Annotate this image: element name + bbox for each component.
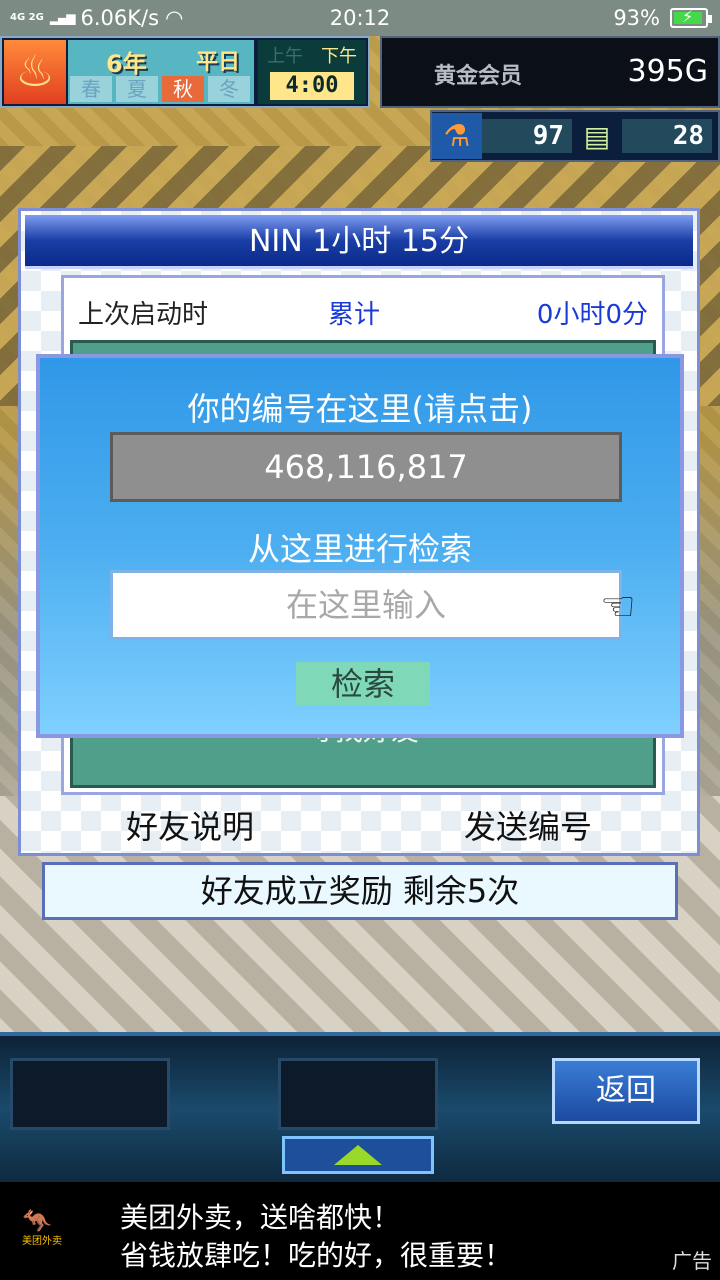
cumulative-label: 累计 — [328, 299, 381, 330]
membership-badge: 黄金会员 — [434, 64, 523, 89]
friend-info-button[interactable]: 好友说明 — [21, 799, 359, 855]
season-winter: 冬 — [208, 76, 250, 102]
battery-icon: ⚡ — [670, 7, 712, 28]
my-id-number[interactable]: 468,116,817 — [110, 432, 622, 502]
gold-amount: 395G — [627, 54, 708, 89]
calendar-hud: ♨ 6年 平日 春 夏 秋 冬 上午 下午 4:00 — [0, 36, 370, 108]
launch-info-row: 上次启动时 累计 0小时0分 — [78, 292, 648, 332]
season-summer: 夏 — [116, 76, 158, 102]
search-button[interactable]: 检索 — [296, 662, 430, 706]
search-input[interactable]: 在这里输入 — [110, 570, 622, 640]
pointing-hand-icon: ☜ — [600, 584, 636, 630]
charging-icon: ⚡ — [682, 7, 694, 26]
day-type-label: 平日 — [195, 50, 240, 75]
status-right: 93% ⚡ — [613, 6, 712, 30]
fire-icon: ♨ — [4, 40, 66, 104]
ad-headline: 美团外卖，送啥都快！ — [120, 1201, 401, 1234]
season-list: 春 夏 秋 冬 — [70, 76, 250, 102]
am-pm-indicator: 上午 下午 — [258, 40, 366, 68]
game-bottom-bar: 返回 — [0, 1032, 720, 1182]
my-id-title: 你的编号在这里(请点击) — [187, 390, 533, 428]
search-title: 从这里进行检索 — [247, 530, 472, 568]
research-points: 97 — [482, 119, 572, 153]
menu-slot-center[interactable] — [278, 1058, 438, 1130]
resource-hud: ⚗ 97 ▤ 28 — [430, 110, 720, 162]
status-time: 20:12 — [329, 6, 391, 30]
clock-display: 4:00 — [270, 72, 354, 100]
back-button[interactable]: 返回 — [552, 1058, 700, 1124]
panel-title: NIN 1小时 15分 — [25, 215, 693, 269]
arrow-up-icon — [334, 1145, 382, 1165]
menu-slot-left[interactable] — [10, 1058, 170, 1130]
friend-id-dialog: 你的编号在这里(请点击) 468,116,817 从这里进行检索 在这里输入 ☜… — [36, 354, 684, 738]
status-bar: 4G 2G ▂▄▆ 6.06K/s ◠ 20:12 93% ⚡ — [0, 0, 720, 36]
kangaroo-icon: 🦘 — [22, 1207, 52, 1235]
last-launch-label: 上次启动时 — [78, 299, 209, 330]
battery-percent: 93% — [613, 6, 660, 30]
ticket-count: 28 — [622, 119, 712, 153]
year-label: 6年 — [106, 50, 147, 78]
clock-panel: 上午 下午 4:00 — [258, 40, 366, 104]
ad-banner[interactable]: 🦘 美团外卖 美团外卖，送啥都快！ 省钱放肆吃！吃的好，很重要！ 广告 — [0, 1182, 720, 1280]
calendar: 6年 平日 春 夏 秋 冬 — [68, 40, 254, 104]
panel-actions: 好友说明 发送编号 — [21, 799, 697, 855]
season-spring: 春 — [70, 76, 112, 102]
send-id-button[interactable]: 发送编号 — [359, 799, 697, 855]
cumulative-time: 0小时0分 — [536, 299, 648, 330]
am-label: 上午 — [267, 46, 303, 67]
pm-label: 下午 — [321, 46, 357, 67]
ad-logo: 🦘 美团外卖 — [22, 1207, 102, 1250]
ad-subline: 省钱放肆吃！吃的好，很重要！ — [120, 1239, 513, 1272]
flask-icon: ⚗ — [432, 113, 482, 159]
ticket-icon: ▤ — [583, 119, 611, 153]
ad-label: 广告 — [672, 1249, 712, 1273]
ad-brand: 美团外卖 — [22, 1236, 62, 1247]
friend-reward-bar: 好友成立奖励 剩余5次 — [42, 862, 678, 920]
money-hud: 黄金会员 395G — [380, 36, 720, 108]
expand-up-button[interactable] — [282, 1136, 434, 1174]
season-autumn: 秋 — [162, 76, 204, 102]
